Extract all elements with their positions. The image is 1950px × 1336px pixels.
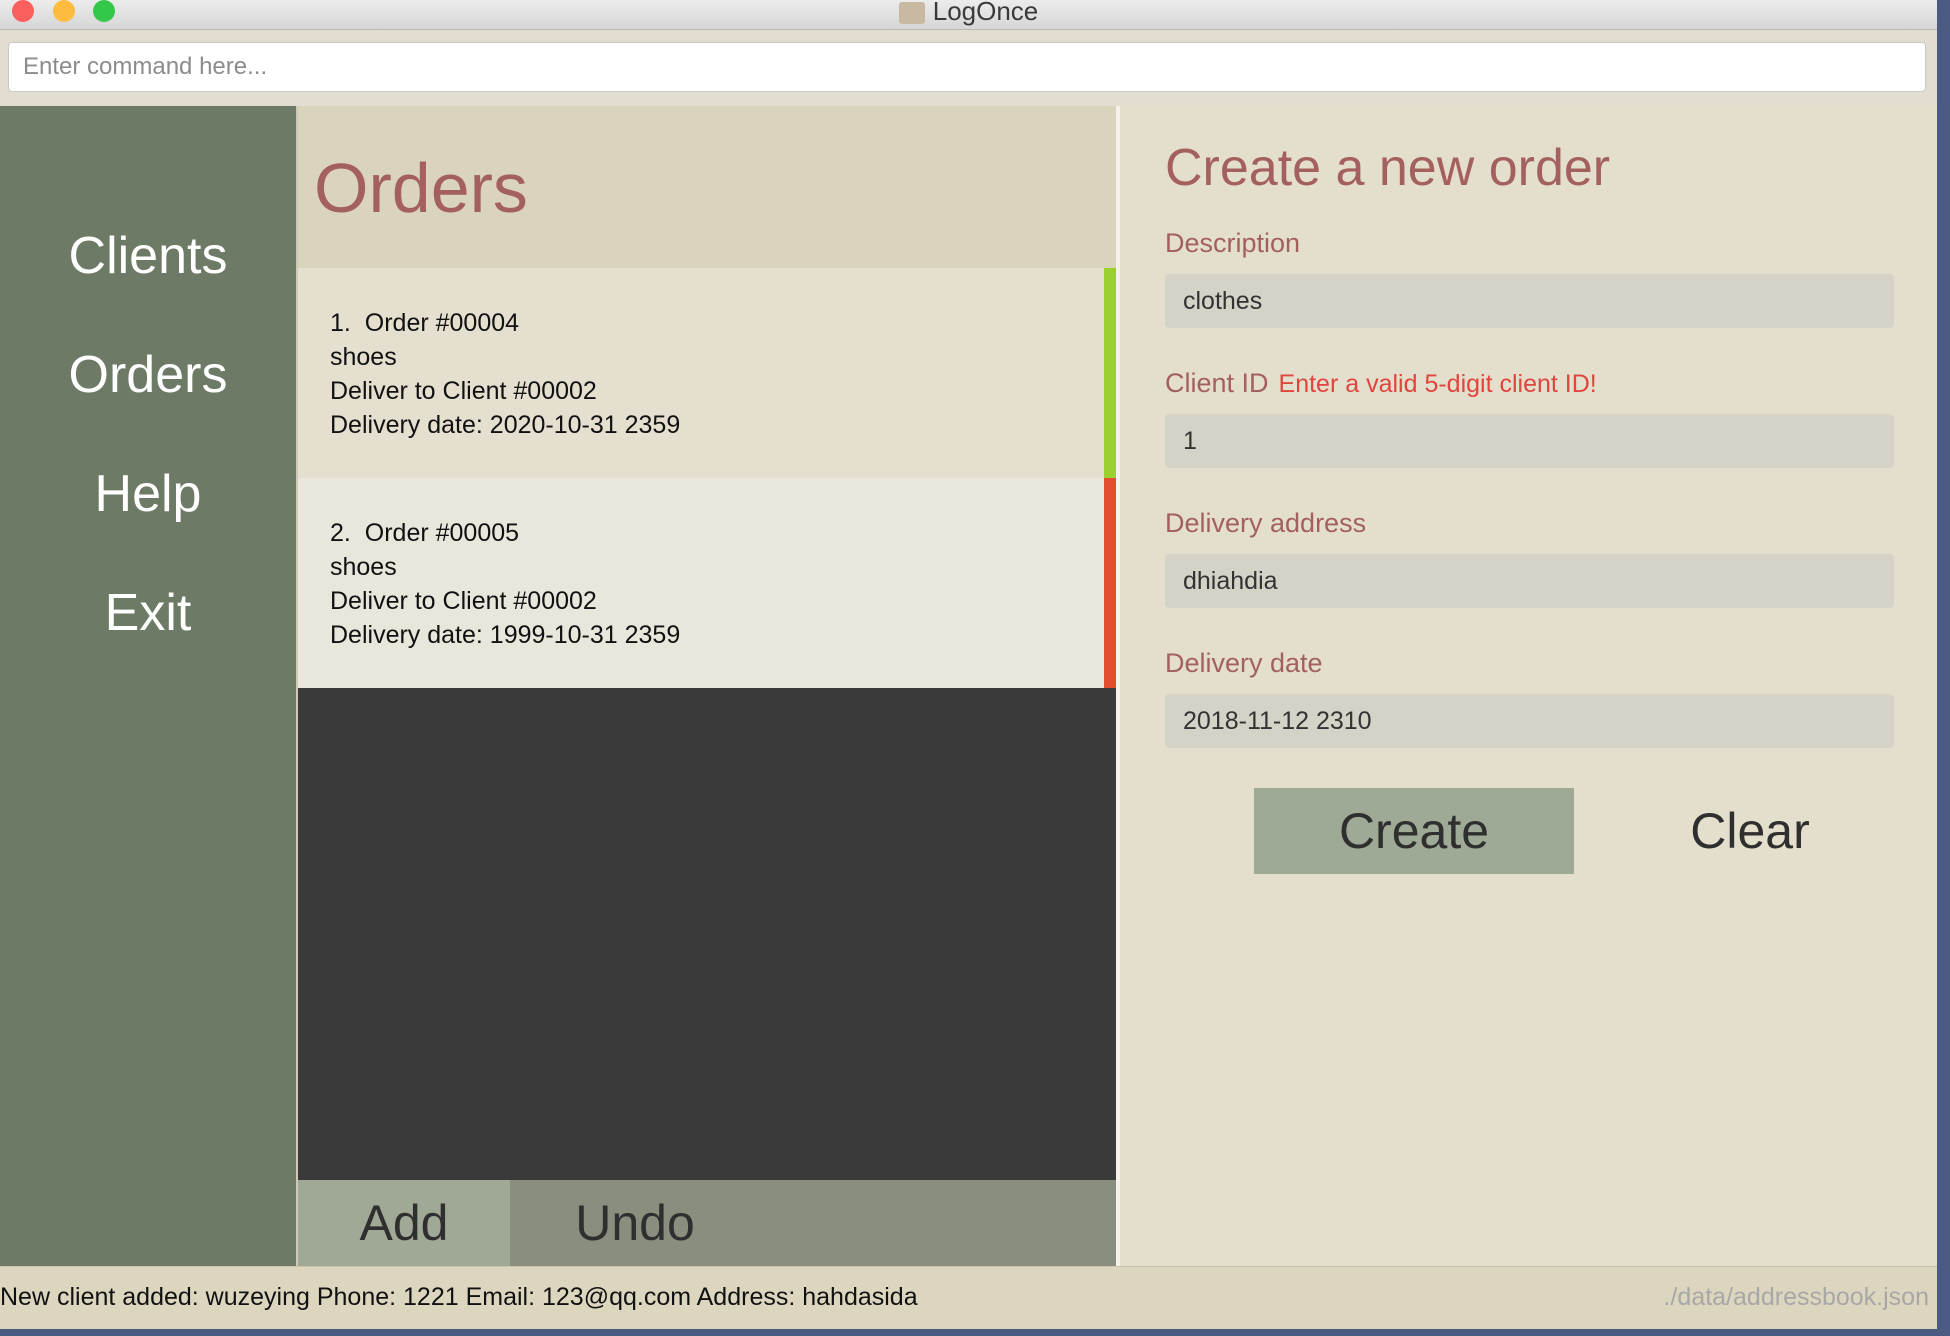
order-client: Deliver to Client #00002 [330,377,597,405]
order-id: Order #00005 [364,519,520,547]
save-location: ./data/addressbook.json [1663,1283,1929,1311]
add-button[interactable]: Add [298,1180,510,1266]
window-title: LogOnce [932,0,1039,26]
address-field[interactable] [1165,554,1894,608]
create-order-form: Create a new order Description Client ID… [1120,106,1937,1266]
sidebar-item-exit[interactable]: Exit [0,583,296,643]
order-card[interactable]: 2. Order #00005 shoes Deliver to Client … [298,478,1104,688]
app-icon [898,2,925,25]
clear-button[interactable]: Clear [1600,788,1900,874]
order-card[interactable]: 1. Order #00004 shoes Deliver to Client … [298,268,1104,478]
date-field[interactable] [1165,694,1894,748]
order-client: Deliver to Client #00002 [330,587,597,615]
client-id-label-row: Client ID Enter a valid 5-digit client ID… [1165,368,1597,399]
sidebar: Clients Orders Help Exit [0,106,296,1266]
sidebar-item-help[interactable]: Help [0,464,296,524]
client-id-field[interactable] [1165,414,1894,468]
app-window: LogOnce Clients Orders Help Exit Orders … [0,0,1937,1329]
create-button[interactable]: Create [1254,788,1574,874]
status-message: New client added: wuzeying Phone: 1221 E… [0,1283,918,1311]
orders-header: Orders [298,106,1118,268]
order-description: shoes [330,343,397,371]
orders-panel: Orders 1. Order #00004 shoes Deliver to … [296,106,1118,1266]
undo-button[interactable]: Undo [510,1180,760,1266]
command-bar [0,30,1937,106]
order-heading: 1. Order #00004 [330,306,1104,340]
client-id-error: Enter a valid 5-digit client ID! [1278,370,1597,398]
order-date: Delivery date: 2020-10-31 2359 [330,411,681,439]
client-id-label: Client ID [1165,368,1269,398]
status-bar: New client added: wuzeying Phone: 1221 E… [0,1266,1937,1329]
date-label: Delivery date [1165,648,1323,678]
orders-toolbar: Add Undo [298,1180,1118,1266]
window-title-wrap: LogOnce [0,0,1937,27]
order-id: Order #00004 [364,309,520,337]
sidebar-item-clients[interactable]: Clients [0,226,296,286]
title-bar: LogOnce [0,0,1937,30]
description-label: Description [1165,228,1301,258]
address-label: Delivery address [1165,508,1367,538]
form-title: Create a new order [1165,139,1611,197]
orders-title: Orders [314,149,528,227]
sidebar-item-orders[interactable]: Orders [0,345,296,405]
order-date: Delivery date: 1999-10-31 2359 [330,621,681,649]
order-heading: 2. Order #00005 [330,516,1104,550]
order-index: 1. [330,309,351,337]
description-field[interactable] [1165,274,1894,328]
order-index: 2. [330,519,351,547]
order-description: shoes [330,553,397,581]
command-input[interactable] [8,42,1926,92]
